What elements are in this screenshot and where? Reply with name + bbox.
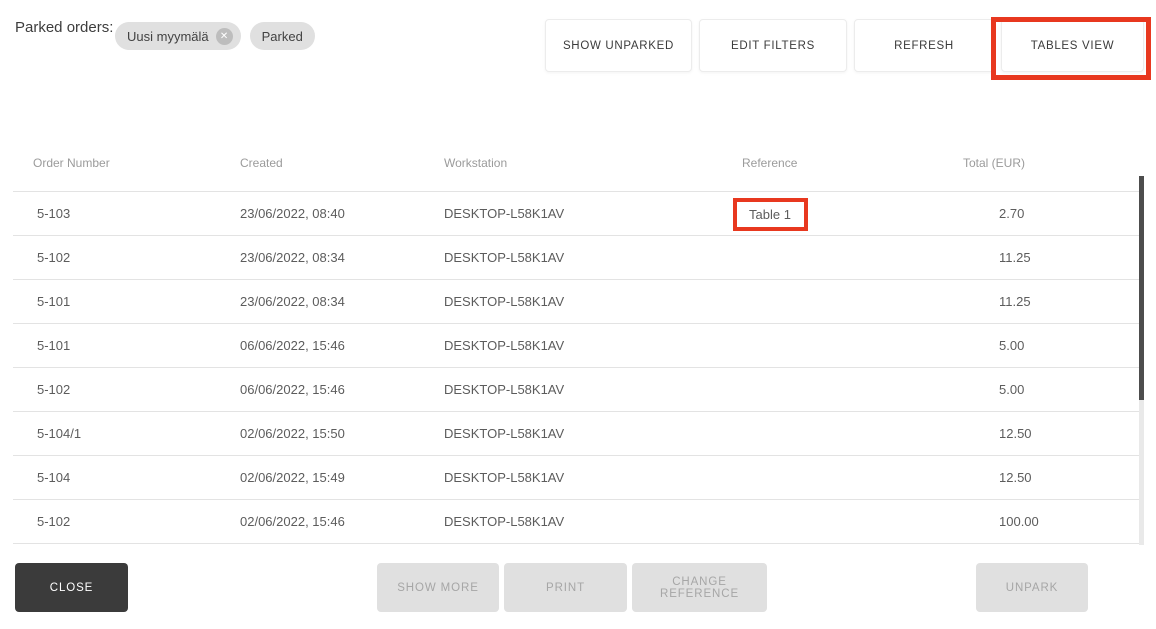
cell-reference bbox=[742, 412, 986, 455]
footer-disabled-button[interactable]: CHANGE REFERENCE bbox=[632, 563, 767, 612]
cell-created: 02/06/2022, 15:46 bbox=[240, 514, 345, 529]
footer-actions: SHOW MORE PRINT CHANGE REFERENCE bbox=[377, 563, 767, 612]
cell-order-number: 5-102 bbox=[37, 250, 71, 265]
cell-workstation: DESKTOP-L58K1AV bbox=[444, 250, 565, 265]
table-row[interactable]: 5-104/1 02/06/2022, 15:50 DESKTOP-L58K1A… bbox=[13, 411, 1141, 455]
cell-order-number: 5-104/1 bbox=[37, 426, 82, 441]
cell-order-number: 5-101 bbox=[37, 338, 71, 353]
cell-created: 02/06/2022, 15:49 bbox=[240, 470, 345, 485]
filter-chips: Uusi myymälä ✕ Parked bbox=[115, 22, 315, 50]
table-row[interactable]: 5-101 06/06/2022, 15:46 DESKTOP-L58K1AV … bbox=[13, 323, 1141, 367]
toolbar-button[interactable]: TABLES VIEW bbox=[1001, 19, 1144, 72]
cell-workstation: DESKTOP-L58K1AV bbox=[444, 294, 565, 309]
column-header-created: Created bbox=[240, 156, 283, 170]
column-header-reference: Reference bbox=[742, 156, 798, 170]
table-row[interactable]: 5-103 23/06/2022, 08:40 DESKTOP-L58K1AV … bbox=[13, 191, 1141, 235]
cell-created: 23/06/2022, 08:40 bbox=[240, 206, 345, 221]
cell-workstation: DESKTOP-L58K1AV bbox=[444, 338, 565, 353]
cell-reference bbox=[742, 500, 986, 543]
cell-order-number: 5-103 bbox=[37, 206, 71, 221]
toolbar-button[interactable]: EDIT FILTERS bbox=[699, 19, 847, 72]
cell-workstation: DESKTOP-L58K1AV bbox=[444, 514, 565, 529]
cell-created: 23/06/2022, 08:34 bbox=[240, 250, 345, 265]
cell-total: 2.70 bbox=[999, 206, 1025, 221]
table-row[interactable]: 5-104 02/06/2022, 15:49 DESKTOP-L58K1AV … bbox=[13, 455, 1141, 499]
table-row[interactable]: 5-102 02/06/2022, 15:46 DESKTOP-L58K1AV … bbox=[13, 499, 1141, 543]
cell-total: 12.50 bbox=[999, 470, 1032, 485]
column-header-order-number: Order Number bbox=[33, 156, 110, 170]
unpark-button[interactable]: UNPARK bbox=[976, 563, 1088, 612]
filter-chip[interactable]: Uusi myymälä ✕ bbox=[115, 22, 241, 50]
column-header-total: Total (EUR) bbox=[963, 156, 1026, 170]
cell-reference bbox=[742, 368, 986, 411]
cell-total: 11.25 bbox=[999, 294, 1031, 309]
reference-value: Table 1 bbox=[733, 198, 808, 232]
scrollbar-thumb[interactable] bbox=[1139, 176, 1144, 400]
chip-close-icon[interactable]: ✕ bbox=[215, 27, 233, 45]
cell-order-number: 5-102 bbox=[37, 382, 71, 397]
toolbar-button[interactable]: SHOW UNPARKED bbox=[545, 19, 692, 72]
table-row[interactable]: 5-102 23/06/2022, 08:34 DESKTOP-L58K1AV … bbox=[13, 235, 1141, 279]
parked-orders-screen: Parked orders: Uusi myymälä ✕ Parked SHO… bbox=[0, 0, 1156, 629]
cell-created: 06/06/2022, 15:46 bbox=[240, 382, 345, 397]
cell-created: 06/06/2022, 15:46 bbox=[240, 338, 345, 353]
cell-created: 02/06/2022, 15:50 bbox=[240, 426, 345, 441]
cell-reference bbox=[742, 456, 986, 499]
filter-chip-label: Uusi myymälä bbox=[127, 28, 209, 44]
column-header-workstation: Workstation bbox=[444, 156, 508, 170]
cell-total: 5.00 bbox=[999, 382, 1025, 397]
cell-order-number: 5-101 bbox=[37, 294, 71, 309]
table-row[interactable]: 5-102 06/06/2022, 15:46 DESKTOP-L58K1AV … bbox=[13, 367, 1141, 411]
cell-total: 11.25 bbox=[999, 250, 1031, 265]
cell-workstation: DESKTOP-L58K1AV bbox=[444, 426, 565, 441]
cell-order-number: 5-102 bbox=[37, 514, 71, 529]
toolbar-button[interactable]: REFRESH bbox=[854, 19, 994, 72]
cell-workstation: DESKTOP-L58K1AV bbox=[444, 206, 565, 221]
filter-chip[interactable]: Parked bbox=[249, 22, 315, 50]
filter-chip-label: Parked bbox=[261, 28, 303, 44]
cell-reference bbox=[742, 280, 986, 323]
scrollbar-track[interactable] bbox=[1139, 176, 1144, 545]
cell-workstation: DESKTOP-L58K1AV bbox=[444, 470, 565, 485]
cell-reference: Table 1 bbox=[733, 192, 986, 235]
cell-total: 5.00 bbox=[999, 338, 1025, 353]
orders-table: 5-103 23/06/2022, 08:40 DESKTOP-L58K1AV … bbox=[13, 191, 1141, 544]
cell-order-number: 5-104 bbox=[37, 470, 71, 485]
toolbar: SHOW UNPARKED EDIT FILTERS REFRESH TABLES V… bbox=[545, 19, 1144, 72]
footer-disabled-button[interactable]: PRINT bbox=[504, 563, 627, 612]
cell-reference bbox=[742, 236, 986, 279]
cell-total: 100.00 bbox=[999, 514, 1039, 529]
cell-workstation: DESKTOP-L58K1AV bbox=[444, 382, 565, 397]
cell-reference bbox=[742, 324, 986, 367]
table-row[interactable]: 5-101 23/06/2022, 08:34 DESKTOP-L58K1AV … bbox=[13, 279, 1141, 323]
page-title: Parked orders: bbox=[15, 19, 114, 36]
footer-disabled-button[interactable]: SHOW MORE bbox=[377, 563, 499, 612]
cell-total: 12.50 bbox=[999, 426, 1032, 441]
close-button[interactable]: CLOSE bbox=[15, 563, 128, 612]
cell-created: 23/06/2022, 08:34 bbox=[240, 294, 345, 309]
